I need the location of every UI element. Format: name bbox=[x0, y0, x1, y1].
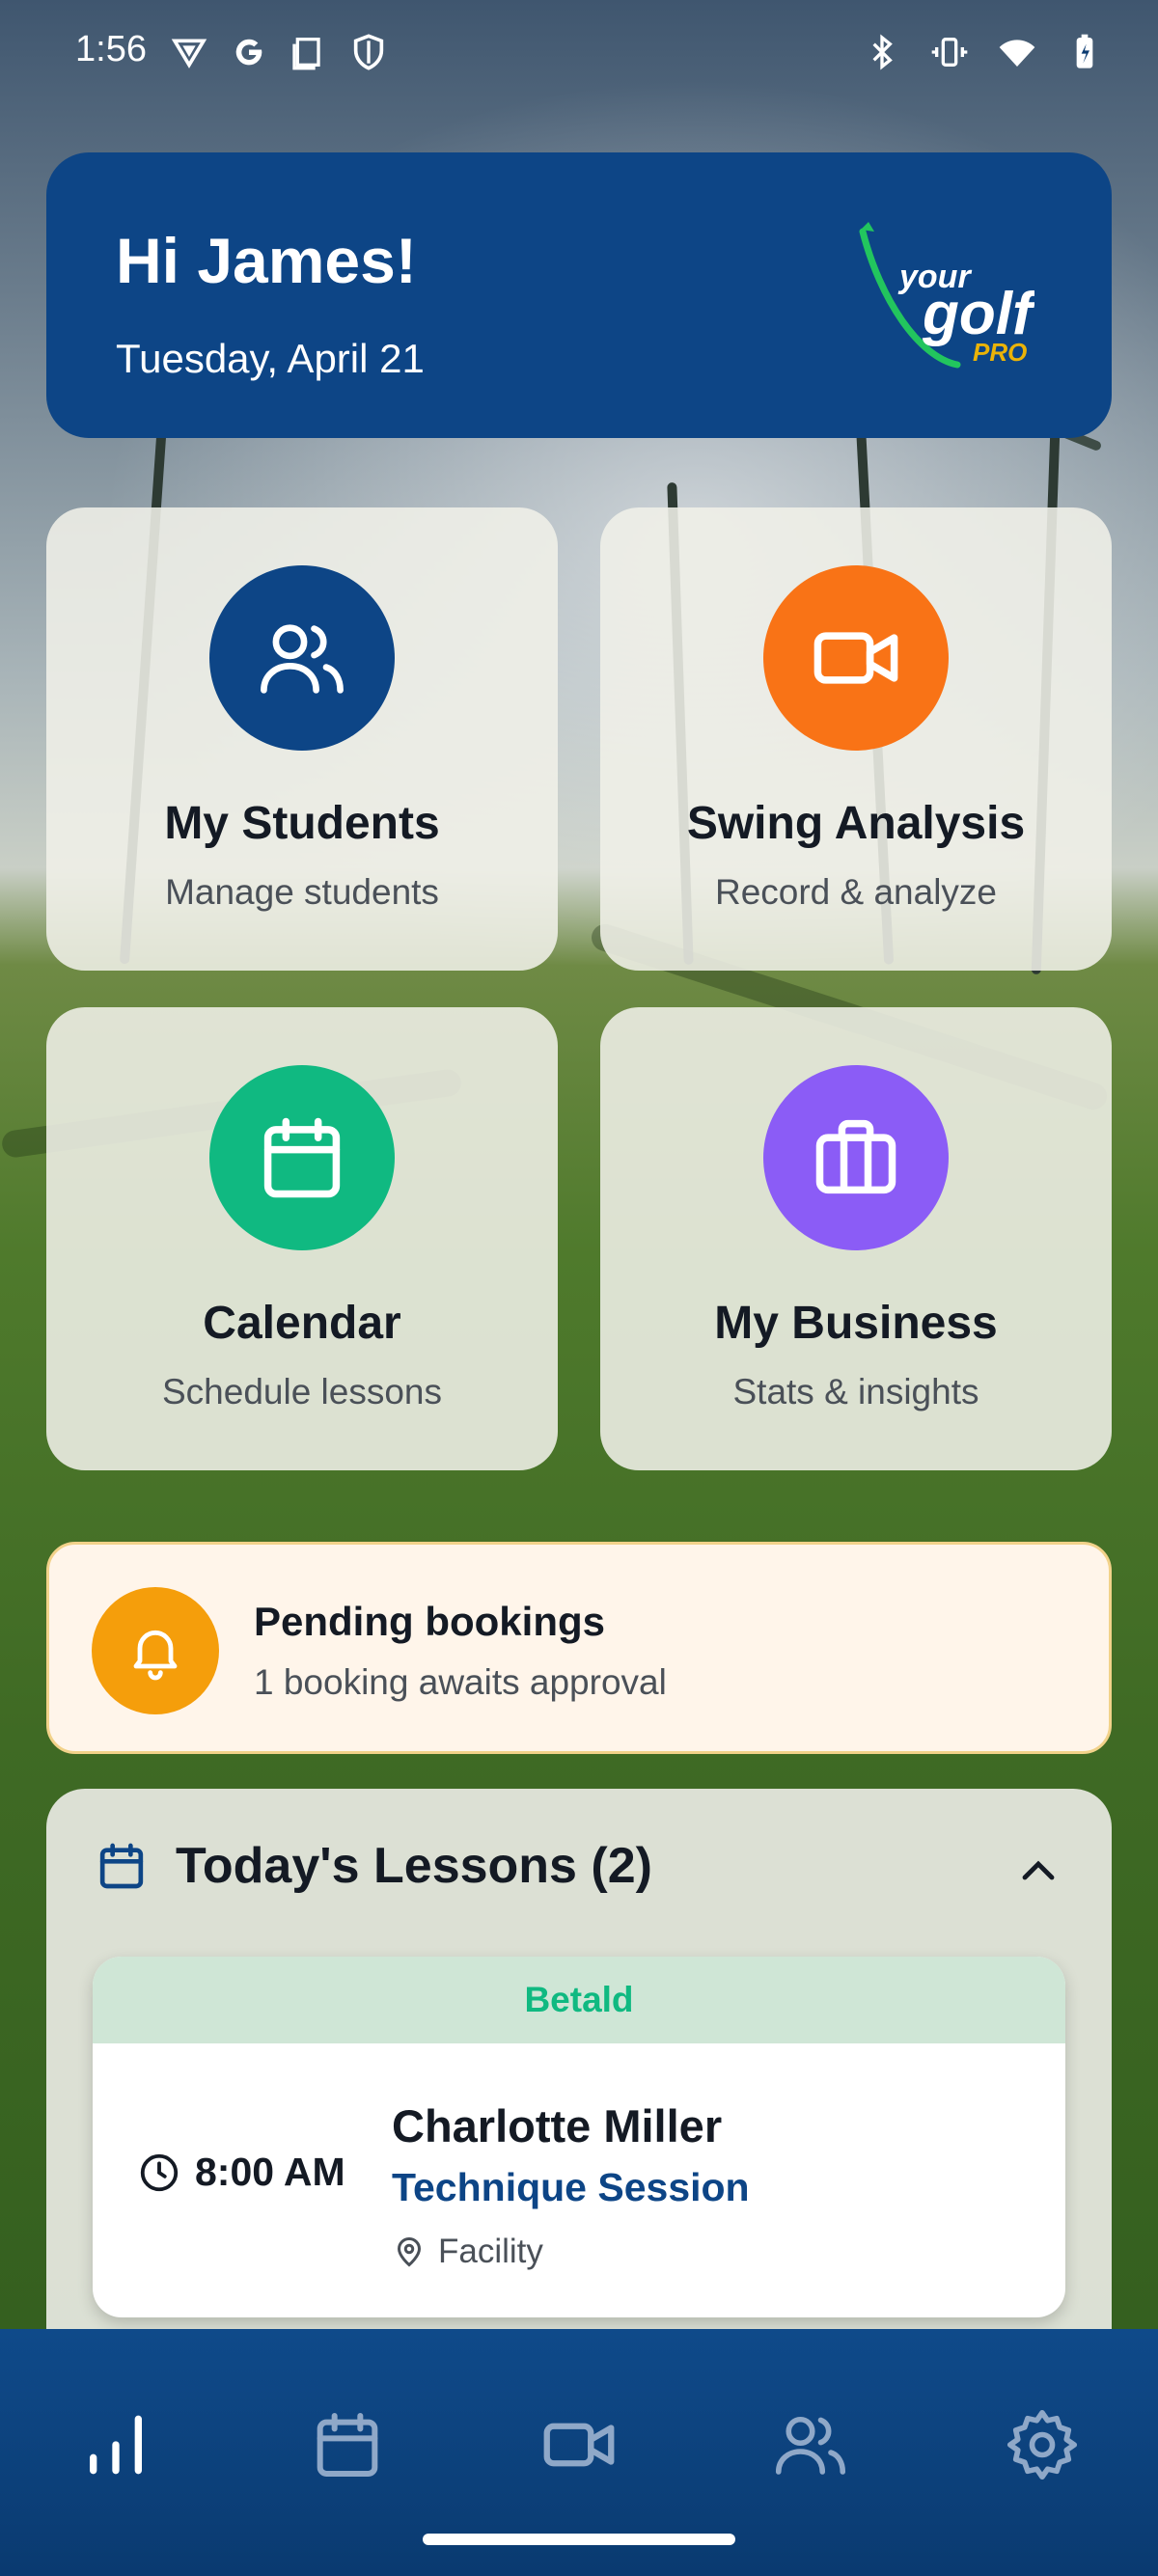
nav-calendar[interactable] bbox=[299, 2397, 396, 2493]
lessons-header[interactable]: Today's Lessons (2) bbox=[95, 1837, 652, 1895]
lesson-time: 8:00 AM bbox=[137, 2150, 345, 2195]
nav-stats[interactable] bbox=[68, 2397, 164, 2493]
tile-title: My Students bbox=[164, 798, 440, 849]
status-time: 1:56 bbox=[75, 29, 147, 69]
lesson-type: Technique Session bbox=[392, 2165, 750, 2209]
payment-status-badge: Betald bbox=[93, 1957, 1065, 2043]
tile-title: Swing Analysis bbox=[686, 798, 1026, 849]
lessons-title: Today's Lessons (2) bbox=[176, 1838, 652, 1894]
calendar-icon bbox=[317, 2413, 378, 2477]
vibrate-icon bbox=[931, 38, 968, 67]
pending-subtitle: 1 booking awaits approval bbox=[254, 1662, 667, 1702]
tile-subtitle: Record & analyze bbox=[714, 872, 998, 912]
status-bar: 1:56 bbox=[0, 0, 1158, 106]
users-icon bbox=[209, 565, 395, 751]
swing-analysis-tile[interactable]: Swing Analysis Record & analyze bbox=[600, 507, 1112, 971]
home-indicator[interactable] bbox=[423, 2534, 735, 2545]
clock-icon bbox=[140, 2153, 179, 2191]
my-business-tile[interactable]: My Business Stats & insights bbox=[600, 1007, 1112, 1470]
lesson-card[interactable]: Betald 8:00 AM Charlotte Miller Techniqu… bbox=[93, 1957, 1065, 2317]
your-golf-pro-logo: your golf PRO bbox=[841, 212, 1037, 376]
chevron-up-icon[interactable] bbox=[1015, 1849, 1062, 1895]
pending-bookings-card[interactable]: Pending bookings 1 booking awaits approv… bbox=[46, 1542, 1112, 1754]
video-camera-icon bbox=[543, 2423, 615, 2467]
screenshot-icon bbox=[292, 38, 320, 70]
todays-lessons-panel: Today's Lessons (2) Betald 8:00 AM Charl… bbox=[46, 1789, 1112, 2329]
wifi-icon bbox=[999, 40, 1035, 67]
shield-icon bbox=[353, 34, 384, 70]
calendar-icon bbox=[99, 1843, 144, 1889]
location-pin-icon bbox=[397, 2237, 422, 2267]
my-students-tile[interactable]: My Students Manage students bbox=[46, 507, 558, 971]
video-camera-icon bbox=[763, 565, 949, 751]
lesson-location: Facility bbox=[392, 2233, 543, 2271]
tile-subtitle: Stats & insights bbox=[732, 1372, 979, 1411]
nav-students[interactable] bbox=[762, 2397, 859, 2493]
student-name: Charlotte Miller bbox=[392, 2100, 723, 2151]
nav-settings[interactable] bbox=[994, 2397, 1090, 2493]
current-date: Tuesday, April 21 bbox=[116, 336, 425, 381]
svg-text:PRO: PRO bbox=[973, 338, 1027, 367]
greeting-title: Hi James! bbox=[116, 225, 417, 296]
vpn-icon bbox=[171, 39, 207, 69]
settings-icon bbox=[1006, 2409, 1078, 2480]
lesson-time-text: 8:00 AM bbox=[195, 2150, 345, 2194]
battery-icon bbox=[1076, 34, 1093, 69]
bluetooth-icon bbox=[872, 34, 893, 70]
nav-swing-analysis[interactable] bbox=[531, 2397, 627, 2493]
pending-title: Pending bookings bbox=[254, 1599, 605, 1644]
calendar-tile[interactable]: Calendar Schedule lessons bbox=[46, 1007, 558, 1470]
bell-icon bbox=[92, 1587, 219, 1714]
tile-title: Calendar bbox=[203, 1298, 401, 1349]
lesson-location-text: Facility bbox=[438, 2233, 543, 2270]
briefcase-icon bbox=[763, 1065, 949, 1250]
header-card: Hi James! Tuesday, April 21 your golf PR… bbox=[46, 152, 1112, 438]
google-icon bbox=[235, 39, 262, 66]
users-icon bbox=[775, 2416, 846, 2475]
tile-subtitle: Manage students bbox=[165, 872, 439, 912]
tile-title: My Business bbox=[714, 1298, 998, 1349]
calendar-icon bbox=[209, 1065, 395, 1250]
stats-icon bbox=[90, 2415, 142, 2475]
tile-subtitle: Schedule lessons bbox=[161, 1372, 443, 1411]
